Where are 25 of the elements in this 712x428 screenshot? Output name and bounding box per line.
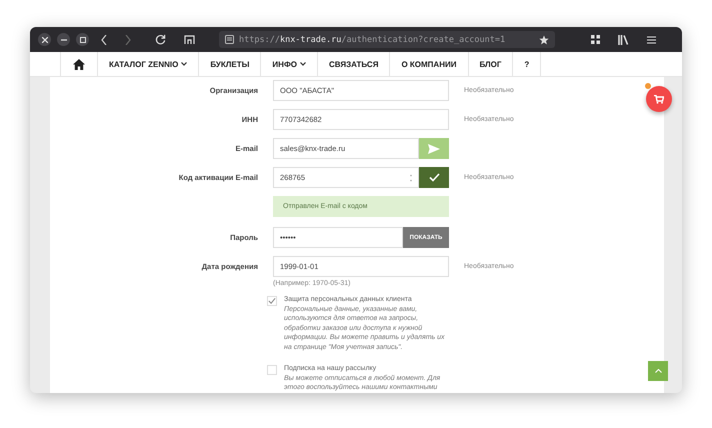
back-icon[interactable] — [101, 34, 107, 44]
address-bar[interactable]: https://knx-trade.ru/authentication?create_account=1 — [219, 31, 555, 48]
nav-link[interactable]: ? — [512, 52, 542, 76]
star-icon[interactable] — [539, 34, 549, 44]
confirm-button[interactable] — [419, 167, 449, 188]
minimize-icon[interactable] — [57, 33, 70, 46]
page-icon — [225, 35, 234, 44]
menu-icon[interactable] — [647, 36, 656, 44]
grid-icon[interactable] — [591, 35, 600, 44]
tab-icon[interactable] — [184, 34, 195, 44]
forward-icon[interactable] — [125, 34, 131, 44]
url-text: https://knx-trade.ru/authentication?create_account=1 — [239, 34, 506, 44]
send-icon — [428, 144, 440, 154]
maximize-icon[interactable] — [76, 33, 89, 46]
close-icon[interactable] — [38, 33, 51, 46]
check-icon — [428, 173, 440, 182]
chevron-up-icon — [654, 369, 662, 373]
caret-icon — [300, 62, 306, 66]
checkbox[interactable] — [267, 365, 277, 375]
cart-button[interactable] — [646, 86, 672, 112]
checkbox[interactable] — [267, 296, 277, 306]
library-icon[interactable] — [618, 34, 629, 44]
reload-icon[interactable] — [155, 34, 166, 45]
cart-icon — [654, 94, 664, 104]
caret-icon — [181, 62, 188, 66]
